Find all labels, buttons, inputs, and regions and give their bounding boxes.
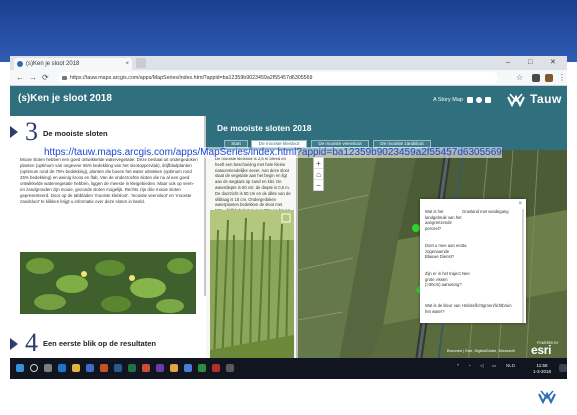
address-bar[interactable]: https://tauw.maps.arcgis.com/apps/MapSer… [58, 72, 498, 84]
search-icon[interactable] [30, 364, 38, 372]
slide-header-band [0, 0, 577, 62]
story-map-title: (s)Ken je sloot 2018 [18, 93, 112, 104]
link-icon[interactable] [485, 97, 491, 103]
tauw-logo-icon [507, 93, 525, 108]
screenshot-frame: (s)Ken je sloot 2018 × – □ ✕ ← → ⟳ https… [10, 56, 567, 379]
section-title[interactable]: Een eerste blik op de resultaten [43, 339, 156, 348]
powerpoint-icon[interactable] [100, 364, 108, 372]
chrome-icon[interactable] [170, 364, 178, 372]
window-maximize-button[interactable]: □ [528, 56, 532, 70]
notifications-icon[interactable] [559, 364, 567, 372]
windows-taskbar: ^ ◔ ◁ ▭ NLD 11:58 1-3-2018 [10, 358, 567, 379]
extension-icon[interactable] [545, 74, 553, 82]
facebook-icon[interactable] [467, 97, 473, 103]
section-body-text: Mooie sloten hebben een goed ontwikkelde… [20, 157, 198, 204]
popup-field-label: Wat is de kleur van het water? [425, 303, 461, 314]
task-view-icon[interactable] [44, 364, 52, 372]
excel-icon[interactable] [128, 364, 136, 372]
keyboard-language[interactable]: NLD [506, 363, 515, 368]
back-arrow-icon[interactable]: ← [16, 72, 24, 84]
story-map-link[interactable]: A Story Map [433, 97, 463, 103]
new-tab-button[interactable] [136, 58, 146, 68]
reload-icon[interactable]: ⟳ [42, 72, 49, 84]
window-close-button[interactable]: ✕ [550, 56, 556, 70]
outlook-icon[interactable] [86, 364, 94, 372]
popup-field-label: Wat is het landgebruik van het aangrenze… [425, 209, 462, 231]
forward-arrow-icon[interactable]: → [29, 72, 37, 84]
browser-tab[interactable]: (s)Ken je sloot 2018 × [14, 58, 132, 70]
clock-date: 1-3-2018 [532, 368, 551, 374]
address-bar-url: https://tauw.maps.arcgis.com/apps/MapSer… [70, 75, 313, 81]
app-icon[interactable] [226, 364, 234, 372]
browser-tab-strip: (s)Ken je sloot 2018 × – □ ✕ [10, 56, 567, 70]
section-arrow-icon [10, 126, 18, 138]
popup-field-label: Doet u mee aan een zogenaamde Blauwe Die… [425, 243, 463, 260]
twitter-icon[interactable] [476, 97, 482, 103]
feature-popup: × Wat is het landgebruik van het aangren… [420, 199, 526, 323]
extension-icon[interactable] [532, 74, 540, 82]
network-icon[interactable]: ◔ [468, 363, 471, 368]
overlay-url-link[interactable]: https://tauw.maps.arcgis.com/apps/MapSer… [44, 147, 502, 158]
map-point-marker[interactable] [412, 224, 420, 232]
zoom-out-button[interactable]: − [314, 180, 323, 191]
bookmark-star-icon[interactable]: ☆ [516, 72, 523, 84]
lock-icon [62, 76, 67, 80]
tab-close-icon[interactable]: × [125, 58, 129, 70]
skype-icon[interactable] [184, 364, 192, 372]
section-title: De mooiste sloten [43, 129, 108, 138]
window-minimize-button[interactable]: – [506, 56, 510, 70]
popup-close-icon[interactable]: × [518, 201, 522, 207]
description-sidebar: De mooiste kleisloot is 2,5 m breed en h… [206, 150, 298, 365]
tauw-brand-text: Tauw [530, 92, 562, 106]
popup-field-value: Ja [462, 243, 467, 248]
app-icon[interactable] [198, 364, 206, 372]
popup-field-value: Nee [462, 271, 470, 276]
battery-icon[interactable]: ▭ [492, 363, 496, 369]
section-number: 3 [25, 117, 38, 146]
home-button[interactable]: ⌂ [314, 169, 323, 180]
popup-field-value: Helder/lichtgroen/lichtbruin [462, 303, 512, 308]
map-zoom-control: + ⌂ − [313, 157, 324, 191]
acrobat-icon[interactable] [142, 364, 150, 372]
word-icon[interactable] [114, 364, 122, 372]
onenote-icon[interactable] [156, 364, 164, 372]
reed-sloot-photo [210, 210, 294, 365]
volume-icon[interactable]: ◁ [480, 363, 483, 369]
menu-dots-icon[interactable]: ⋮ [558, 72, 566, 84]
taskbar-clock[interactable]: 11:58 1-3-2018 [529, 363, 555, 374]
popup-field-value: Grasland met weidegang [462, 209, 509, 214]
file-explorer-icon[interactable] [72, 364, 80, 372]
story-map-header: (s)Ken je sloot 2018 A Story Map Tauw [10, 86, 567, 116]
tauw-slide-logo-icon [538, 390, 556, 405]
popup-scrollbar[interactable] [522, 209, 524, 323]
popup-field-label: Zijn er in het traject grote vissen (>30… [425, 271, 462, 288]
tray-chevron-icon[interactable]: ^ [457, 363, 459, 368]
windows-start-icon[interactable] [16, 364, 24, 372]
esri-logo[interactable]: esri [531, 343, 551, 357]
browser-toolbar: ← → ⟳ https://tauw.maps.arcgis.com/apps/… [10, 70, 567, 86]
zoom-in-button[interactable]: + [314, 158, 323, 169]
tab-title: (s)Ken je sloot 2018 [26, 61, 80, 67]
section-arrow-icon [10, 338, 18, 350]
app-icon[interactable] [212, 364, 220, 372]
tab-favicon-icon [17, 61, 23, 67]
section-number: 4 [25, 328, 38, 357]
edge-icon[interactable] [58, 364, 66, 372]
map-attribution: Bronnen | Esri, DigitalGlobe, Microsoft [447, 348, 515, 353]
water-lily-photo [20, 252, 196, 314]
map-series-title: De mooiste sloten 2018 [217, 123, 312, 133]
